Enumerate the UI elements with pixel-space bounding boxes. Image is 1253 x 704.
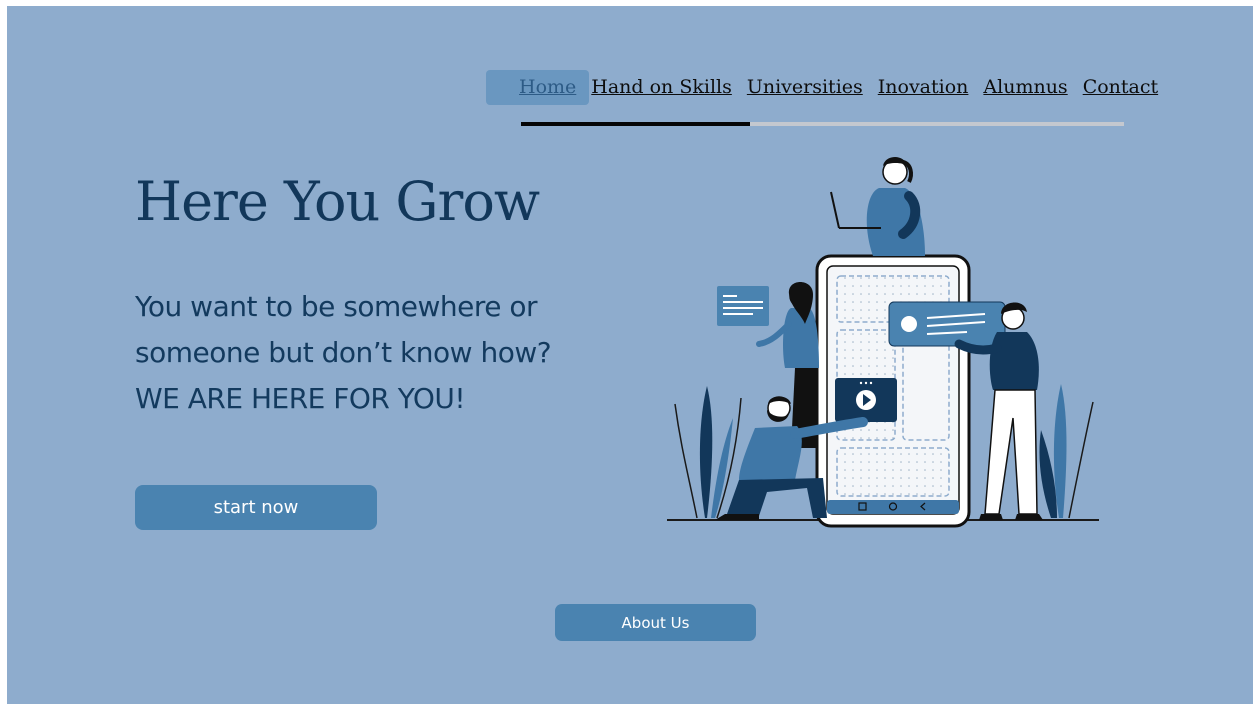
hero-subtitle-line-1: You want to be somewhere or [135,290,538,323]
plant-icon [674,386,742,519]
nav-progress-bar [521,122,1124,126]
hero-subtitle-line-3: WE ARE HERE FOR YOU! [135,382,466,415]
plant-icon [1039,384,1094,519]
nav-item-hand-on-skills[interactable]: Hand on Skills [591,76,732,98]
hero-subtitle: You want to be somewhere or someone but … [135,284,615,422]
laptop-icon [830,157,925,256]
top-navigation: Home Hand on Skills Universities Inovati… [519,76,1173,100]
page-canvas: Home Hand on Skills Universities Inovati… [7,6,1253,704]
hero-title: Here You Grow [135,170,540,233]
nav-item-contact[interactable]: Contact [1083,76,1158,98]
nav-item-home[interactable]: Home [519,76,576,98]
people-phone-illustration [667,157,1099,528]
nav-item-universities[interactable]: Universities [747,76,863,98]
play-icon [835,378,897,422]
chat-bubble-icon [888,301,1006,347]
nav-item-inovation[interactable]: Inovation [878,76,969,98]
start-now-button[interactable]: start now [135,485,377,530]
hero-subtitle-line-2: someone but don’t know how? [135,336,552,369]
nav-item-alumnus[interactable]: Alumnus [983,76,1067,98]
about-us-button[interactable]: About Us [555,604,756,641]
text-card-icon [717,286,769,326]
nav-progress-fill [521,122,751,126]
